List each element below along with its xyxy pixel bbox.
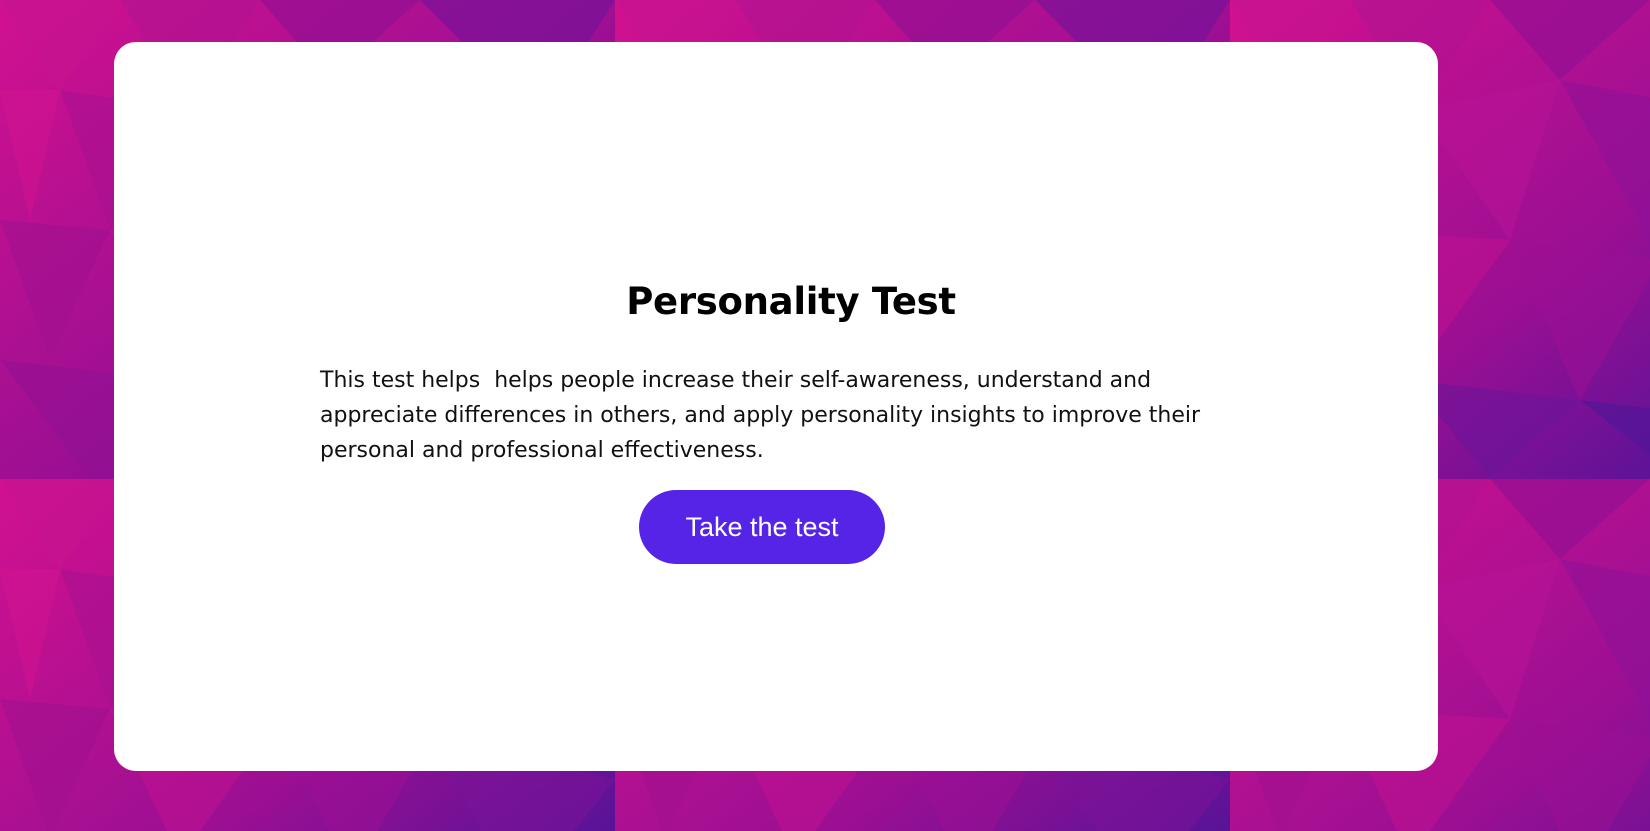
take-test-button[interactable]: Take the test bbox=[639, 490, 885, 564]
intro-card: Personality Test This test helps helps p… bbox=[114, 42, 1438, 771]
test-description: This test helps helps people increase th… bbox=[320, 368, 1208, 463]
page-title: Personality Test bbox=[626, 280, 956, 323]
